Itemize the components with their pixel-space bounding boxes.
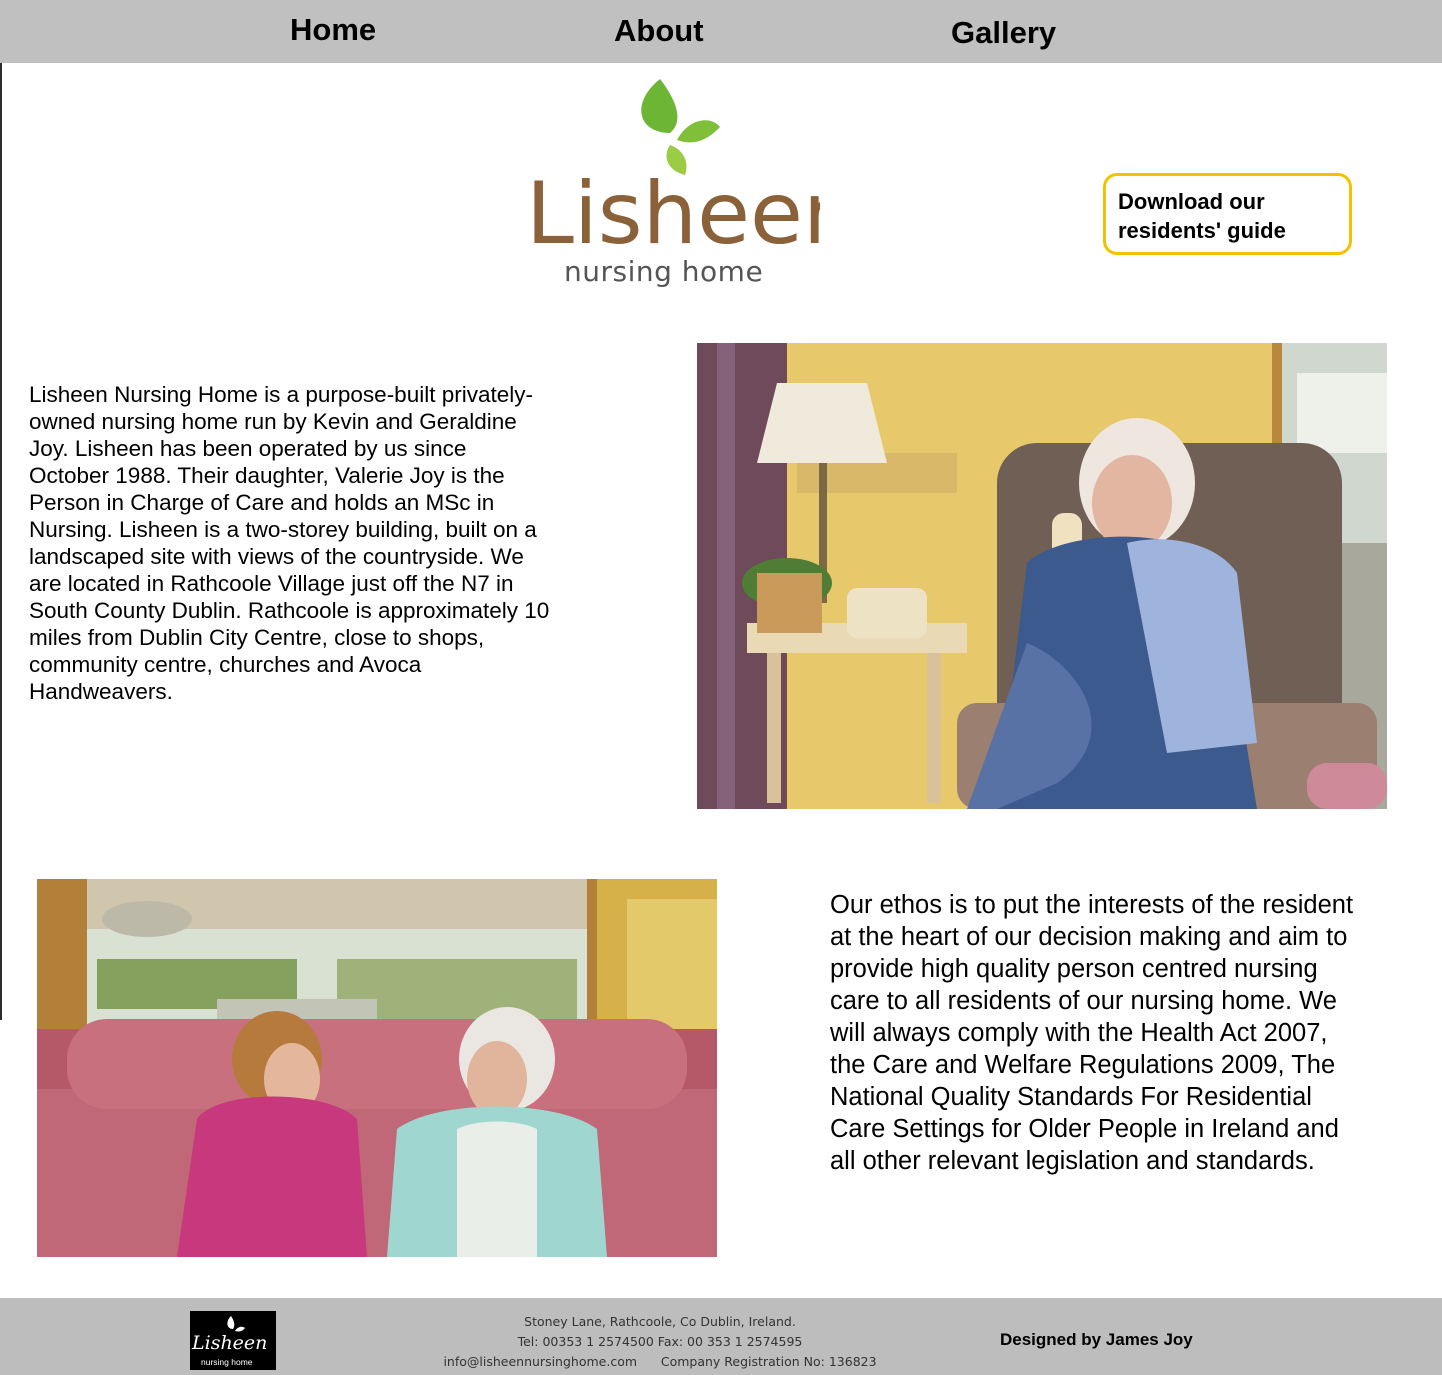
nav-link-home[interactable]: Home (290, 12, 376, 48)
top-navigation-bar: Home About Gallery (0, 0, 1442, 63)
footer-email-registration-line: info@lisheennursinghome.com Company Regi… (443, 1354, 877, 1369)
leaf-logo-icon: Lisheen (526, 79, 820, 255)
left-divider-line (0, 63, 2, 1020)
page-footer: Lisheen nursing home Stoney Lane, Rathco… (0, 1298, 1442, 1375)
footer-designer-credit: Designed by James Joy (1000, 1330, 1193, 1349)
nav-link-gallery[interactable]: Gallery (951, 15, 1056, 51)
nav-link-about[interactable]: About (614, 13, 704, 49)
lisheen-logo: Lisheen nursing home (520, 75, 820, 300)
footer-address-line: Stoney Lane, Rathcoole, Co Dublin, Irela… (524, 1314, 796, 1329)
footer-logo[interactable]: Lisheen nursing home (190, 1311, 276, 1370)
footer-contact-info: Stoney Lane, Rathcoole, Co Dublin, Irela… (430, 1312, 890, 1372)
ethos-paragraph: Our ethos is to put the interests of the… (830, 891, 1354, 1175)
download-residents-guide-button[interactable]: Download our residents' guide (1103, 173, 1352, 255)
footer-phone-fax-line: Tel: 00353 1 2574500 Fax: 00 353 1 25745… (517, 1334, 803, 1349)
resident-and-carer-on-sofa-photo (37, 879, 717, 1257)
intro-paragraph: Lisheen Nursing Home is a purpose-built … (29, 382, 550, 704)
footer-logo-subtitle: nursing home (201, 1357, 253, 1367)
footer-logo-wordmark: Lisheen (192, 1332, 268, 1354)
logo-wordmark: Lisheen (526, 164, 820, 255)
resident-on-telephone-photo (697, 343, 1387, 809)
logo-subtitle: nursing home (564, 255, 764, 288)
